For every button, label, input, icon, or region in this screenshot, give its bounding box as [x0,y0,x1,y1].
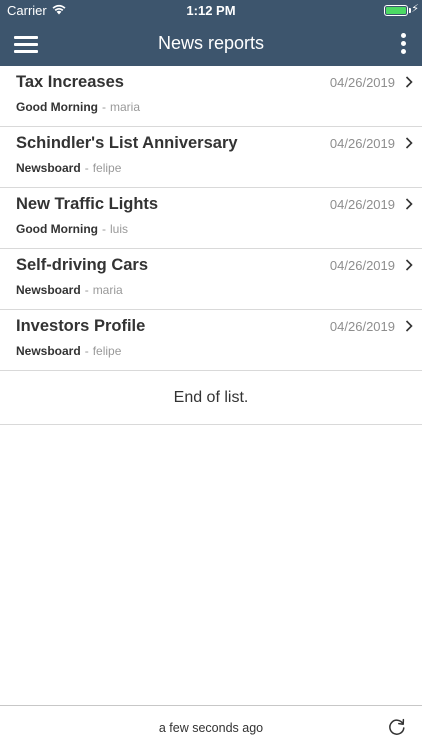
report-author: maria [92,283,123,297]
page-title: News reports [157,33,265,53]
meta-separator: - [84,344,89,358]
screen: Carrier 1:12 PM ⚡ News reports Tax Incre… [0,0,422,750]
meta-separator: - [101,100,106,114]
report-title: Self-driving Cars [16,256,149,274]
chevron-right-icon [405,198,413,210]
chevron-right-icon [405,76,413,88]
list-item[interactable]: Investors Profile 04/26/2019 Newsboard - f… [0,310,422,371]
status-bar: Carrier 1:12 PM ⚡ [0,0,422,22]
nav-bar: News reports [0,22,422,66]
report-author: maria [109,100,140,114]
report-source: Good Morning [16,222,98,236]
report-source: Newsboard [16,161,81,175]
report-meta: Good Morning - maria [16,100,140,114]
reports-list: Tax Increases 04/26/2019 Good Morning - ma… [0,66,422,425]
report-meta: Newsboard - maria [16,283,123,297]
report-date: 04/26/2019 [329,319,395,334]
report-meta: Newsboard - felipe [16,161,121,175]
report-author: felipe [92,161,122,175]
meta-separator: - [84,161,89,175]
chevron-right-icon [405,320,413,332]
top-bar: Carrier 1:12 PM ⚡ News reports [0,0,422,66]
report-date: 04/26/2019 [329,136,395,151]
list-item[interactable]: Self-driving Cars 04/26/2019 Newsboard - m… [0,249,422,310]
report-title: Schindler's List Anniversary [16,134,238,152]
report-meta: Good Morning - luis [16,222,128,236]
charging-bolt-icon: ⚡ [411,3,419,15]
report-title: New Traffic Lights [16,195,159,213]
chevron-right-icon [405,259,413,271]
end-of-list-label: End of list. [0,371,422,425]
report-source: Newsboard [16,283,81,297]
status-time: 1:12 PM [186,3,236,18]
list-item[interactable]: Schindler's List Anniversary 04/26/2019 … [0,127,422,188]
meta-separator: - [101,222,106,236]
footer-bar: a few seconds ago [0,705,422,750]
battery-icon [384,5,408,16]
report-date: 04/26/2019 [329,75,395,90]
report-meta: Newsboard - felipe [16,344,121,358]
report-title: Tax Increases [16,73,124,91]
last-updated-label: a few seconds ago [158,721,264,735]
report-source: Good Morning [16,100,98,114]
chevron-right-icon [405,137,413,149]
report-author: luis [109,222,128,236]
more-vertical-icon[interactable] [398,32,408,56]
report-title: Investors Profile [16,317,146,335]
report-source: Newsboard [16,344,81,358]
refresh-icon[interactable] [387,717,407,737]
report-author: felipe [92,344,122,358]
report-date: 04/26/2019 [329,197,395,212]
list-item[interactable]: New Traffic Lights 04/26/2019 Good Morni… [0,188,422,249]
report-date: 04/26/2019 [329,258,395,273]
list-item[interactable]: Tax Increases 04/26/2019 Good Morning - ma… [0,66,422,127]
meta-separator: - [84,283,89,297]
